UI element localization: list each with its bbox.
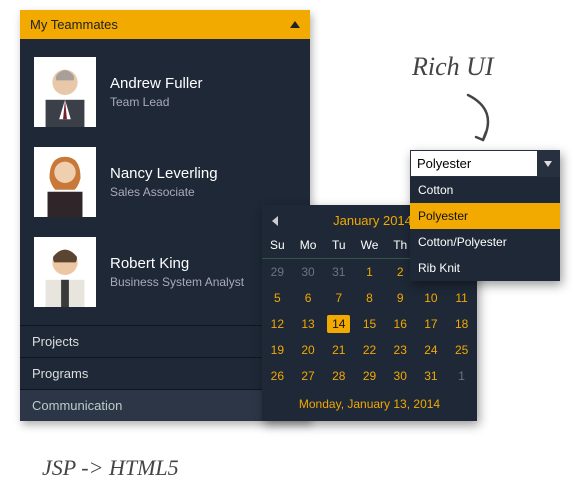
avatar [34,147,96,217]
combo-option[interactable]: Cotton/Polyester [410,229,560,255]
calendar-day[interactable]: 24 [416,337,447,363]
chevron-down-icon [544,161,552,167]
calendar-day[interactable]: 29 [354,363,385,389]
calendar-day[interactable]: 26 [262,363,293,389]
calendar-footer[interactable]: Monday, January 13, 2014 [262,389,477,421]
calendar-day[interactable]: 9 [385,285,416,311]
avatar [34,57,96,127]
dow-header: Su [262,232,293,259]
annotation-jsp: JSP -> HTML5 [42,455,179,481]
dow-header: We [354,232,385,259]
member-role: Business System Analyst [110,275,244,289]
calendar-day[interactable]: 30 [385,363,416,389]
calendar-day[interactable]: 7 [323,285,354,311]
annotation-rich-ui: Rich UI [412,52,494,82]
calendar-day[interactable]: 12 [262,311,293,337]
member-name: Andrew Fuller [110,75,203,92]
calendar-day[interactable]: 31 [416,363,447,389]
combo-input-wrap[interactable] [410,150,560,177]
member-role: Sales Associate [110,185,218,199]
material-combobox: CottonPolyesterCotton/PolyesterRib Knit [410,150,560,281]
calendar-day[interactable]: 22 [354,337,385,363]
combo-option[interactable]: Cotton [410,177,560,203]
calendar-day[interactable]: 30 [293,259,324,285]
calendar-day[interactable]: 11 [446,285,477,311]
combo-toggle-button[interactable] [537,151,559,176]
arrow-icon [448,90,508,150]
calendar-day[interactable]: 29 [262,259,293,285]
calendar-day[interactable]: 15 [354,311,385,337]
calendar-day[interactable]: 21 [323,337,354,363]
collapse-icon [290,21,300,28]
member-name: Nancy Leverling [110,165,218,182]
calendar-day[interactable]: 23 [385,337,416,363]
team-item[interactable]: Andrew Fuller Team Lead [20,47,310,137]
member-role: Team Lead [110,95,203,109]
calendar-day[interactable]: 17 [416,311,447,337]
avatar [34,237,96,307]
calendar-day[interactable]: 8 [354,285,385,311]
calendar-day[interactable]: 1 [446,363,477,389]
calendar-day[interactable]: 1 [354,259,385,285]
calendar-day[interactable]: 14 [323,311,354,337]
calendar-day[interactable]: 16 [385,311,416,337]
combo-option[interactable]: Polyester [410,203,560,229]
member-name: Robert King [110,255,244,272]
combo-input[interactable] [411,151,537,176]
calendar-day[interactable]: 13 [293,311,324,337]
combo-list: CottonPolyesterCotton/PolyesterRib Knit [410,177,560,281]
calendar-day[interactable]: 27 [293,363,324,389]
calendar-day[interactable]: 28 [323,363,354,389]
calendar-day[interactable]: 19 [262,337,293,363]
panel-title: My Teammates [30,17,118,32]
calendar-day[interactable]: 10 [416,285,447,311]
combo-option[interactable]: Rib Knit [410,255,560,281]
calendar-day[interactable]: 20 [293,337,324,363]
calendar-day[interactable]: 5 [262,285,293,311]
dow-header: Tu [323,232,354,259]
calendar-day[interactable]: 25 [446,337,477,363]
dow-header: Mo [293,232,324,259]
calendar-day[interactable]: 6 [293,285,324,311]
calendar-day[interactable]: 18 [446,311,477,337]
teammates-header[interactable]: My Teammates [20,10,310,39]
calendar-day[interactable]: 31 [323,259,354,285]
